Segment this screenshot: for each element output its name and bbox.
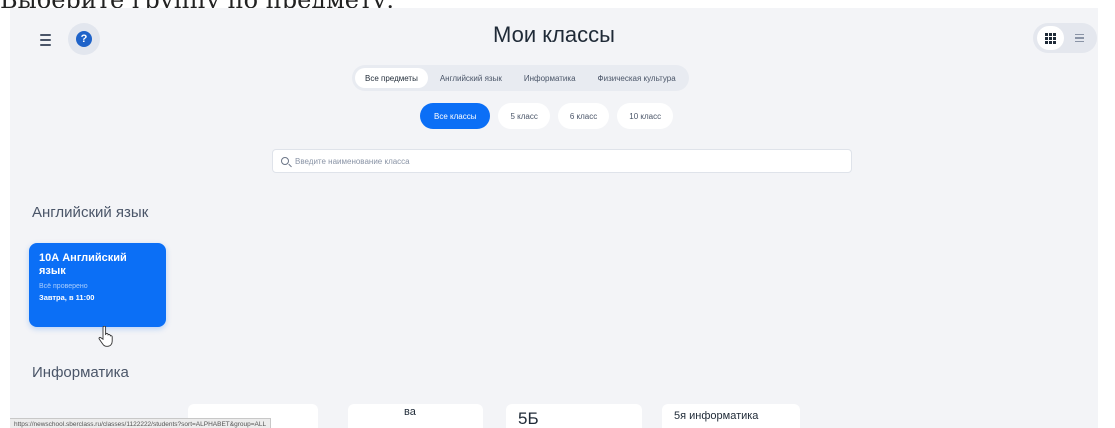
class-pill-10[interactable]: 10 класс [617, 103, 674, 129]
list-view-icon [1075, 33, 1084, 43]
class-card-title: 5Б [518, 409, 539, 428]
search-box [272, 149, 852, 173]
class-pill-5[interactable]: 5 класс [498, 103, 550, 129]
class-pill-6[interactable]: 6 класс [557, 103, 610, 129]
list-view-button[interactable] [1066, 26, 1093, 50]
hand-pointer-cursor-icon [98, 326, 113, 347]
class-filter: Все классы 5 класс 6 класс 10 класс [420, 102, 674, 130]
section-heading-informatics: Информатика [32, 364, 129, 381]
subject-filter: Все предметы Английский язык Информатика… [352, 65, 689, 91]
browser-status-bar: https://newschool.sberclass.ru/classes/1… [10, 418, 272, 428]
grid-view-button[interactable] [1037, 26, 1064, 50]
class-card-title: 5я информатика [674, 410, 759, 422]
subject-chip-physical-education[interactable]: Физическая культура [588, 68, 686, 88]
app-window: ? Мои классы Все предметы Английский язы… [10, 8, 1098, 428]
class-card-next-lesson: Завтра, в 11:00 [39, 293, 95, 302]
class-card-status: Всё проверено [39, 283, 88, 290]
view-toggle [1033, 23, 1097, 53]
class-pill-all[interactable]: Все классы [420, 103, 491, 129]
page-title: Мои классы [493, 22, 615, 47]
class-card-title: ва [404, 406, 416, 418]
search-icon [281, 157, 289, 165]
grid-view-icon [1045, 32, 1056, 44]
subject-chip-informatics[interactable]: Информатика [514, 68, 586, 88]
class-card-informatics-2[interactable]: ва [348, 404, 483, 428]
subject-chip-all[interactable]: Все предметы [355, 68, 428, 88]
class-card-10a-english[interactable]: 10А Английский язык Всё проверено Завтра… [29, 243, 166, 327]
subject-chip-english[interactable]: Английский язык [430, 68, 512, 88]
section-heading-english: Английский язык [32, 204, 149, 221]
class-card-5ya-informatics[interactable]: 5я информатика [662, 404, 800, 428]
search-input[interactable] [295, 156, 843, 166]
class-card-title: 10А Английский язык [39, 252, 127, 277]
class-card-5b[interactable]: 5Б [506, 404, 642, 428]
